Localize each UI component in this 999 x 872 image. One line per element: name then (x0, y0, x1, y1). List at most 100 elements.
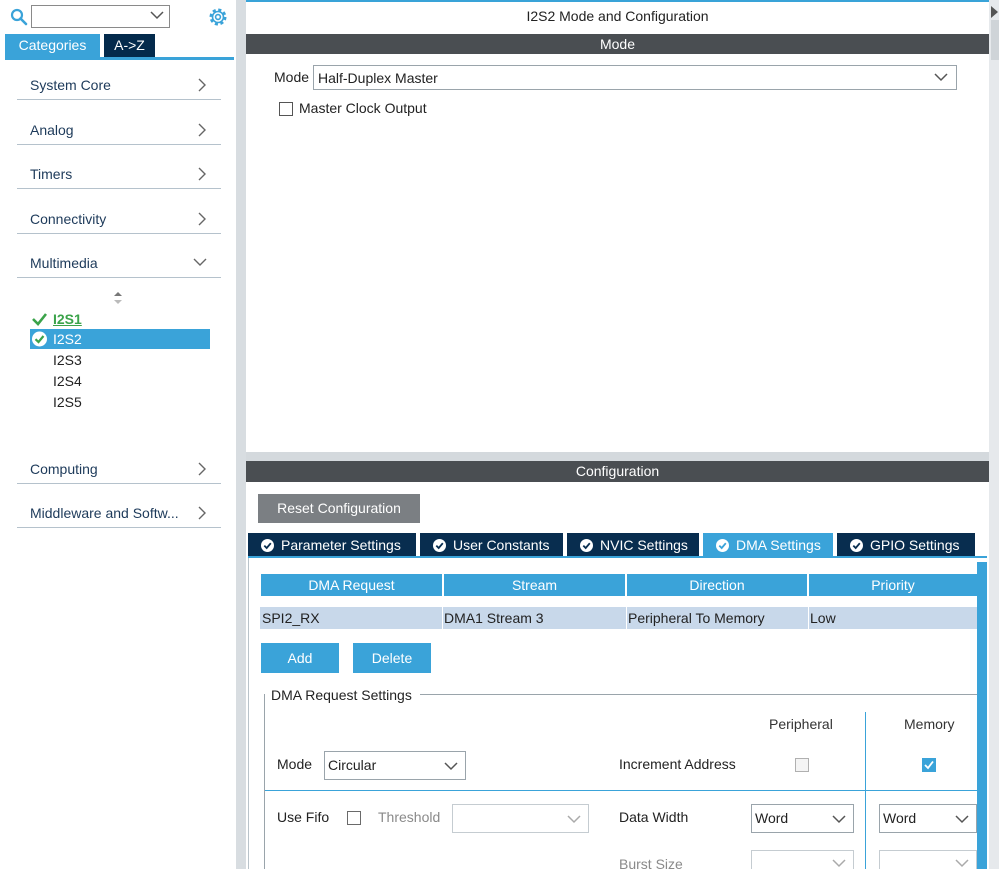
mode-select-value: Half-Duplex Master (318, 70, 438, 86)
peripheral-i2s2[interactable]: I2S2 (30, 329, 210, 349)
memory-increment-checkbox[interactable] (922, 758, 936, 772)
use-fifo-checkbox[interactable] (347, 811, 361, 825)
tab-label: GPIO Settings (870, 537, 960, 553)
dma-mode-label: Mode (277, 756, 313, 772)
chevron-down-icon (193, 258, 207, 266)
delete-button[interactable]: Delete (353, 643, 431, 673)
dma-mode-select[interactable]: Circular (324, 751, 466, 780)
section-divider[interactable] (246, 452, 989, 461)
category-computing[interactable]: Computing (17, 454, 221, 484)
burst-size-label: Burst Size (619, 856, 683, 872)
chevron-right-icon (198, 212, 206, 226)
chevron-down-icon (444, 762, 458, 771)
dma-mode-value: Circular (328, 757, 377, 773)
chevron-right-icon (198, 167, 206, 181)
chevron-right-icon (198, 78, 206, 92)
peripheral-label: I2S3 (53, 352, 82, 368)
table-header-direction[interactable]: Direction (627, 574, 808, 596)
category-timers[interactable]: Timers (17, 159, 221, 189)
search-icon[interactable] (10, 8, 28, 26)
peripheral-increment-checkbox[interactable] (795, 758, 809, 772)
tab-a-to-z[interactable]: A->Z (104, 34, 155, 57)
chevron-right-icon (198, 462, 206, 476)
sort-icon[interactable] (112, 291, 124, 305)
tab-label: NVIC Settings (600, 537, 688, 553)
memory-data-width-select[interactable]: Word (879, 804, 977, 833)
check-circle-icon (261, 539, 274, 552)
peripheral-i2s3[interactable]: I2S3 (30, 350, 210, 370)
dma-panel-scrollbar[interactable] (977, 562, 987, 869)
table-cell[interactable]: Peripheral To Memory (627, 607, 809, 629)
group-border-left (264, 694, 265, 869)
category-analog[interactable]: Analog (17, 115, 221, 145)
search-input[interactable] (31, 5, 170, 28)
master-clock-output-checkbox[interactable] (279, 102, 293, 116)
category-label: Timers (30, 166, 73, 182)
reset-configuration-button[interactable]: Reset Configuration (258, 494, 420, 523)
category-middleware[interactable]: Middleware and Softw... (17, 498, 221, 528)
threshold-label: Threshold (378, 809, 441, 825)
chevron-down-icon (955, 859, 969, 868)
category-multimedia[interactable]: Multimedia (17, 248, 221, 278)
tab-parameter-settings[interactable]: Parameter Settings (248, 533, 416, 557)
peripheral-label: I2S2 (53, 331, 82, 347)
category-label: Analog (30, 122, 74, 138)
tab-label: DMA Settings (736, 537, 821, 553)
table-header-priority[interactable]: Priority (809, 574, 977, 596)
peripheral-i2s5[interactable]: I2S5 (30, 392, 210, 412)
gear-icon[interactable] (207, 6, 229, 28)
dma-request-settings-title: DMA Request Settings (269, 687, 414, 703)
category-connectivity[interactable]: Connectivity (17, 204, 221, 234)
table-header-dma-request[interactable]: DMA Request (261, 574, 443, 596)
chevron-down-icon (567, 815, 581, 824)
table-cell[interactable]: DMA1 Stream 3 (443, 607, 627, 629)
peripheral-i2s4[interactable]: I2S4 (30, 371, 210, 391)
master-clock-output-label: Master Clock Output (299, 100, 427, 116)
peripheral-data-width-select[interactable]: Word (751, 804, 854, 833)
tab-gpio-settings[interactable]: GPIO Settings (837, 533, 975, 557)
table-header-stream[interactable]: Stream (444, 574, 626, 596)
category-system-core[interactable]: System Core (17, 70, 221, 100)
memory-data-width-value: Word (883, 810, 917, 826)
memory-column-header: Memory (904, 716, 955, 732)
tab-nvic-settings[interactable]: NVIC Settings (567, 533, 699, 557)
memory-burst-size-select[interactable] (879, 850, 977, 869)
chevron-right-icon (198, 123, 206, 137)
check-circle-icon (32, 331, 47, 347)
threshold-select[interactable] (452, 804, 589, 833)
use-fifo-label: Use Fifo (277, 809, 330, 825)
mode-section-header: Mode (246, 34, 989, 54)
collapse-arrow-icon[interactable] (990, 2, 999, 62)
page-title: I2S2 Mode and Configuration (526, 8, 709, 24)
panel-splitter[interactable] (236, 0, 246, 869)
check-circle-icon (850, 539, 863, 552)
check-circle-icon (580, 539, 593, 552)
category-label: Computing (30, 461, 98, 477)
group-border-top (420, 694, 977, 695)
tab-dma-settings[interactable]: DMA Settings (703, 533, 833, 557)
categories-panel: Categories A->Z System Core Analog Timer… (0, 0, 236, 869)
configuration-section-header: Configuration (246, 461, 989, 482)
add-button[interactable]: Add (261, 643, 339, 673)
tab-user-constants[interactable]: User Constants (420, 533, 563, 557)
category-label: Connectivity (30, 211, 107, 227)
tabs-underline (5, 57, 234, 60)
mode-select[interactable]: Half-Duplex Master (313, 65, 957, 90)
chevron-down-icon (832, 815, 846, 824)
table-cell[interactable]: SPI2_RX (260, 607, 443, 629)
right-scrollbar[interactable] (989, 0, 999, 869)
table-cell[interactable]: Low (809, 607, 977, 629)
peripheral-data-width-value: Word (755, 810, 789, 826)
peripheral-burst-size-select[interactable] (751, 850, 854, 869)
tab-label: Parameter Settings (281, 537, 401, 553)
peripheral-i2s1[interactable]: I2S1 (30, 309, 210, 329)
peripheral-column-header: Peripheral (769, 716, 833, 732)
tab-categories[interactable]: Categories (5, 34, 100, 57)
category-label: Multimedia (30, 255, 98, 271)
chevron-down-icon[interactable] (150, 10, 164, 20)
chevron-right-icon (198, 506, 206, 520)
chevron-down-icon (832, 859, 846, 868)
peripheral-label: I2S1 (53, 311, 82, 327)
peripheral-label: I2S5 (53, 394, 82, 410)
check-circle-icon (433, 539, 446, 552)
